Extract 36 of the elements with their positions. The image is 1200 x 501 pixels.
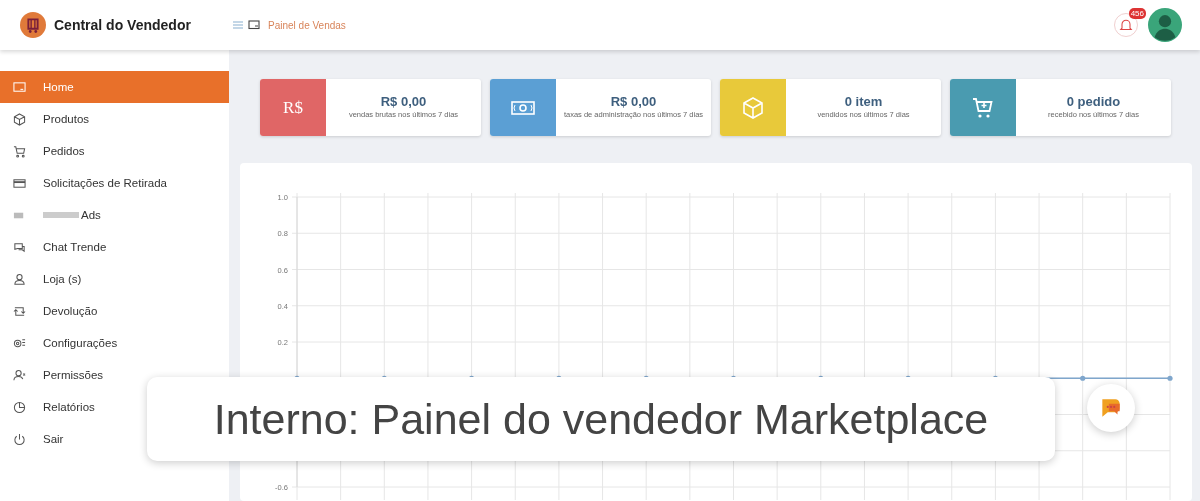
notification-badge: 456 [1128, 8, 1146, 19]
currency-symbol: R$ [283, 97, 303, 118]
sidebar-item[interactable]: Chat Trende [0, 231, 229, 263]
avatar-icon[interactable] [1148, 8, 1182, 42]
caption-overlay: Interno: Painel do vendedor Marketplace [147, 377, 1055, 461]
sidebar-item[interactable]: Ads [0, 199, 229, 231]
sidebar-item[interactable]: Solicitações de Retirada [0, 167, 229, 199]
sidebar-item[interactable]: Devolução [0, 295, 229, 327]
gears-icon [13, 336, 26, 350]
user-remove-icon [13, 368, 26, 382]
power-icon [13, 432, 26, 446]
sidebar-item[interactable]: Loja (s) [0, 263, 229, 295]
chat-icon [13, 240, 26, 254]
stat-value: 0 pedido [1066, 94, 1121, 110]
data-point [1080, 375, 1086, 381]
return-icon [13, 304, 26, 318]
monitor-icon [248, 19, 260, 31]
stat-value: R$ 0,00 [380, 94, 427, 110]
stat-value: R$ 0,00 [610, 94, 657, 110]
monitor-icon [13, 80, 26, 94]
box-icon [13, 112, 26, 126]
cart-icon [13, 144, 26, 158]
sidebar-item[interactable]: Produtos [0, 103, 229, 135]
logo-icon [20, 12, 46, 38]
cart-icon [971, 95, 995, 120]
app-title: Central do Vendedor [54, 17, 191, 33]
sidebar-item[interactable]: Configurações [0, 327, 229, 359]
box-icon [741, 95, 765, 120]
user-icon [13, 272, 26, 286]
data-point [1167, 375, 1173, 381]
pie-chart-icon [13, 400, 26, 414]
sidebar-item[interactable]: Pedidos [0, 135, 229, 167]
bell-icon [1118, 17, 1134, 33]
redaction-mark [43, 212, 79, 218]
card-icon [13, 176, 26, 190]
stat-value: 0 item [844, 94, 883, 110]
